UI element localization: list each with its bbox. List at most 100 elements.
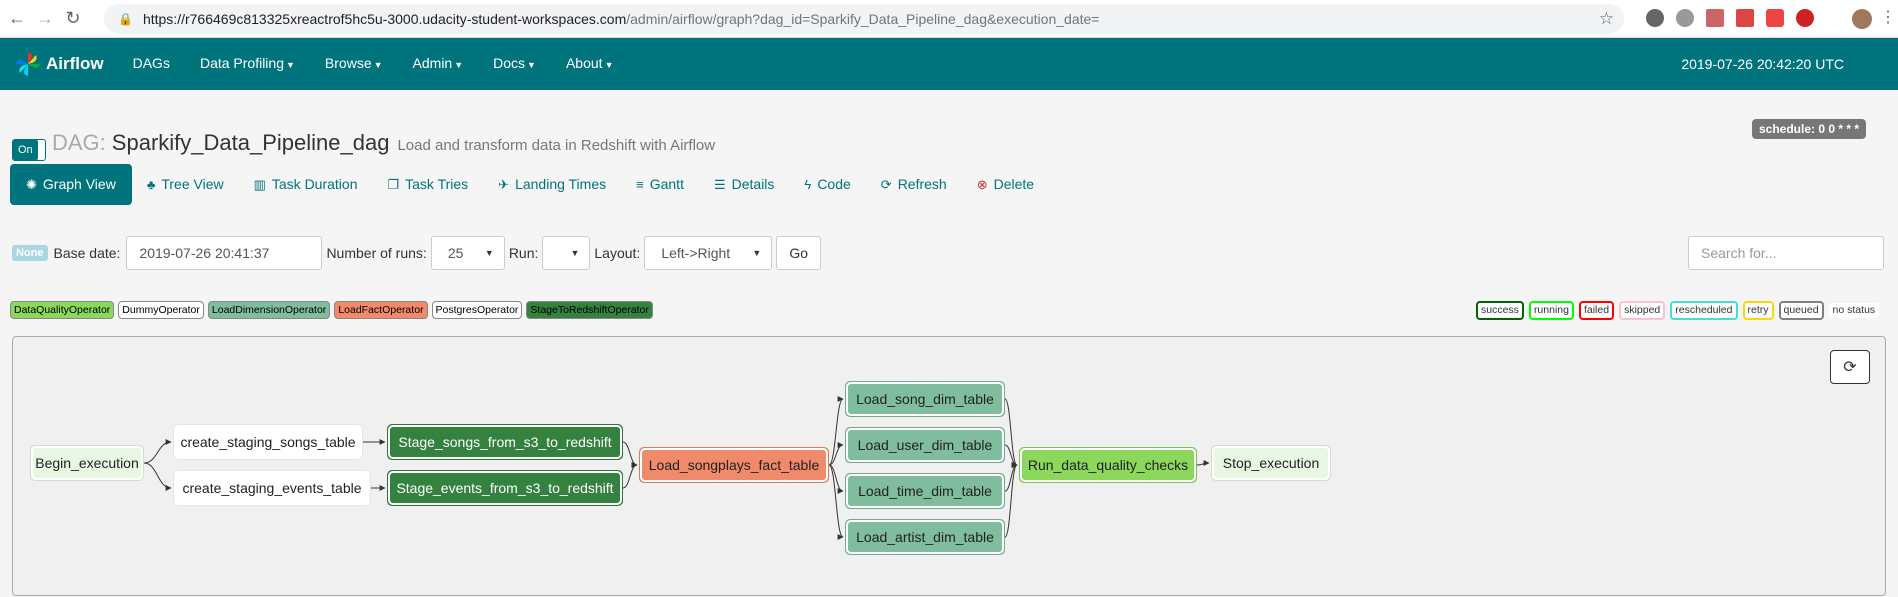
operator-loadfactoperator: LoadFactOperator bbox=[334, 301, 428, 319]
dag-header: On DAG: Sparkify_Data_Pipeline_dag Load … bbox=[12, 130, 715, 161]
profile-avatar[interactable] bbox=[1852, 9, 1872, 29]
layout-select[interactable]: Left->Right ▼ bbox=[644, 236, 773, 270]
tab-task-duration[interactable]: ▥ Task Duration bbox=[239, 164, 373, 205]
task-node-stage-songs-from-s3-to-redshift[interactable]: Stage_songs_from_s3_to_redshift bbox=[387, 424, 623, 460]
layout-label: Layout: bbox=[594, 245, 641, 261]
tab-details[interactable]: ☰ Details bbox=[699, 164, 789, 205]
task-node-load-songplays-fact-table[interactable]: Load_songplays_fact_table bbox=[639, 447, 829, 483]
airflow-logo[interactable]: Airflow bbox=[14, 50, 104, 78]
run-label: Run: bbox=[508, 245, 539, 261]
base-date-input[interactable]: 2019-07-26 20:41:37 bbox=[126, 236, 323, 270]
task-node-label: Load_songplays_fact_table bbox=[640, 448, 828, 482]
duplicate-icon: ❐ bbox=[387, 177, 400, 192]
state-running[interactable]: running bbox=[1528, 301, 1574, 320]
refresh-icon: ⟳ bbox=[880, 177, 892, 192]
state-queued[interactable]: queued bbox=[1778, 301, 1824, 320]
tab-label: Details bbox=[731, 176, 775, 192]
num-runs-value: 25 bbox=[447, 245, 464, 261]
lastpass-icon[interactable] bbox=[1796, 9, 1814, 27]
nav-menu-label: About bbox=[565, 55, 603, 71]
extension-icon[interactable] bbox=[1736, 9, 1754, 27]
state-legend: success running failed skipped rescheduled re… bbox=[1476, 301, 1880, 320]
task-node-load-artist-dim-table[interactable]: Load_artist_dim_table bbox=[845, 519, 1005, 555]
bar-chart-icon: ▥ bbox=[253, 177, 266, 192]
tab-gantt[interactable]: ≡ Gantt bbox=[621, 164, 699, 205]
reload-icon[interactable]: ↻ bbox=[62, 8, 84, 30]
task-search-input[interactable]: Search for... bbox=[1688, 236, 1884, 270]
forward-icon[interactable]: → bbox=[34, 8, 56, 30]
operator-loaddimensionoperator: LoadDimensionOperator bbox=[207, 301, 331, 319]
refresh-graph-button[interactable]: ⟳ bbox=[1830, 350, 1870, 384]
task-node-stop-execution[interactable]: Stop_execution bbox=[1211, 445, 1331, 481]
nav-menu-docs[interactable]: Docs ▼ bbox=[478, 37, 551, 91]
tab-refresh[interactable]: ⟳ Refresh bbox=[866, 164, 962, 205]
tab-tree-view[interactable]: ♣ Tree View bbox=[132, 164, 239, 205]
utc-clock: 2019-07-26 20:42:20 UTC bbox=[1681, 56, 1844, 72]
nav-menu-admin[interactable]: Admin ▼ bbox=[398, 37, 479, 91]
tab-code[interactable]: ϟ Code bbox=[789, 164, 865, 205]
state-skipped[interactable]: skipped bbox=[1619, 301, 1666, 320]
state-retry[interactable]: retry bbox=[1742, 301, 1774, 320]
task-node-run-data-quality-checks[interactable]: Run_data_quality_checks bbox=[1019, 447, 1197, 483]
toggle-label: On bbox=[13, 140, 38, 160]
edge-stage-songs-from-s3-to-redshift-to-load-songplays-fact-table bbox=[622, 441, 638, 468]
align-left-icon: ≡ bbox=[636, 177, 644, 192]
state-success[interactable]: success bbox=[1476, 301, 1524, 320]
address-bar[interactable]: 🔒 https://r766469c813325xreactrof5hc5u-3… bbox=[104, 4, 1624, 34]
edge-load-songplays-fact-table-to-load-artist-dim-table bbox=[828, 464, 844, 540]
tab-label: Code bbox=[817, 176, 851, 192]
brand-name: Airflow bbox=[46, 54, 104, 73]
view-tabs: ✺ Graph View ♣ Tree View ▥ Task Duration ❐ Task… bbox=[10, 164, 1049, 205]
task-node-load-user-dim-table[interactable]: Load_user_dim_table bbox=[845, 427, 1005, 463]
plane-icon: ✈ bbox=[498, 177, 510, 192]
bookmark-star-icon[interactable]: ☆ bbox=[1599, 9, 1614, 29]
nav-menu-label: Admin bbox=[412, 55, 453, 71]
tab-graph-view[interactable]: ✺ Graph View bbox=[10, 164, 132, 205]
caret-down-icon: ▼ bbox=[484, 248, 494, 258]
operator-dummyoperator: DummyOperator bbox=[118, 301, 204, 319]
state-failed[interactable]: failed bbox=[1578, 301, 1615, 320]
extension-icon[interactable] bbox=[1646, 9, 1664, 27]
more-menu-icon[interactable]: ⋮ bbox=[1880, 9, 1896, 27]
nav-menu-browse[interactable]: Browse ▼ bbox=[310, 37, 398, 91]
state-rescheduled[interactable]: rescheduled bbox=[1670, 301, 1738, 320]
task-node-stage-events-from-s3-to-redshift[interactable]: Stage_events_from_s3_to_redshift bbox=[387, 470, 623, 506]
num-runs-select[interactable]: 25 ▼ bbox=[430, 236, 505, 270]
tab-label: Landing Times bbox=[515, 176, 607, 192]
task-node-create-staging-events-table[interactable]: create_staging_events_table bbox=[173, 470, 371, 506]
tab-task-tries[interactable]: ❐ Task Tries bbox=[372, 164, 483, 205]
tab-delete[interactable]: ⊗ Delete bbox=[962, 164, 1049, 205]
task-node-begin-execution[interactable]: Begin_execution bbox=[30, 445, 144, 481]
task-node-load-time-dim-table[interactable]: Load_time_dim_table bbox=[845, 473, 1005, 509]
back-icon[interactable]: ← bbox=[6, 8, 28, 30]
nav-menu-label: DAGs bbox=[132, 55, 170, 71]
go-button[interactable]: Go bbox=[776, 236, 822, 270]
run-select[interactable]: ▼ bbox=[542, 236, 591, 270]
nav-menu-data-profiling[interactable]: Data Profiling ▼ bbox=[185, 37, 310, 91]
tab-landing-times[interactable]: ✈ Landing Times bbox=[483, 164, 621, 205]
task-node-load-song-dim-table[interactable]: Load_song_dim_table bbox=[845, 381, 1005, 417]
task-node-create-staging-songs-table[interactable]: create_staging_songs_table bbox=[173, 424, 363, 460]
pdf-icon[interactable] bbox=[1706, 9, 1724, 27]
nav-menu-label: Data Profiling bbox=[199, 55, 284, 71]
tree-icon: ♣ bbox=[146, 177, 156, 192]
nav-menu-dags[interactable]: DAGs bbox=[118, 37, 185, 91]
list-icon: ☰ bbox=[713, 177, 726, 192]
caret-down-icon: ▼ bbox=[454, 60, 464, 70]
skype-icon[interactable] bbox=[1676, 9, 1694, 27]
asterisk-icon: ✺ bbox=[26, 177, 37, 192]
edge-run-data-quality-checks-to-stop-execution bbox=[1196, 460, 1210, 467]
task-node-label: Load_user_dim_table bbox=[846, 428, 1004, 462]
tab-label: Gantt bbox=[649, 176, 684, 192]
state-no-status[interactable]: no status bbox=[1828, 303, 1880, 318]
edge-begin-execution-to-create-staging-events-table bbox=[143, 462, 172, 491]
caret-down-icon: ▼ bbox=[373, 60, 383, 70]
nav-menu-about[interactable]: About ▼ bbox=[551, 37, 629, 91]
dag-on-toggle[interactable]: On bbox=[12, 139, 46, 161]
tab-label: Task Tries bbox=[405, 176, 469, 192]
layout-value: Left->Right bbox=[661, 245, 731, 261]
task-node-label: Stage_songs_from_s3_to_redshift bbox=[388, 425, 622, 459]
operator-stagetoredshiftoperator: StageToRedshiftOperator bbox=[526, 301, 653, 319]
task-node-label: Begin_execution bbox=[31, 446, 143, 480]
pocket-icon[interactable] bbox=[1766, 9, 1784, 27]
